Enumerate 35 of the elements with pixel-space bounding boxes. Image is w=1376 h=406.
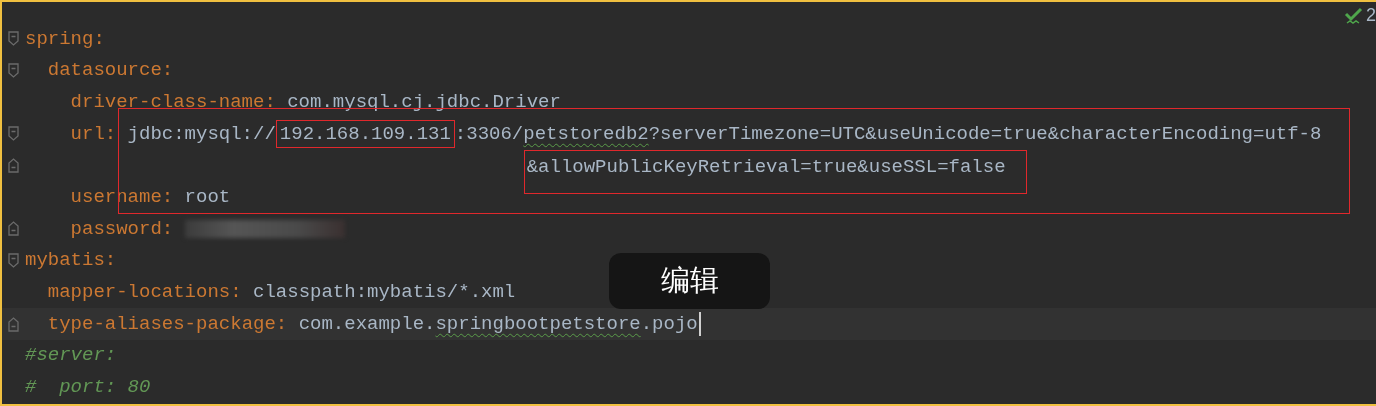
yaml-key: type-aliases-package: (47, 309, 288, 339)
code-value: 192.168.109.131 (279, 121, 451, 147)
code-value: com.mysql.cj.jdbc.Driver (287, 89, 561, 115)
code-editor[interactable] (0, 0, 1376, 406)
code-value: classpath:mybatis/*.xml (253, 280, 516, 306)
yaml-key: spring: (25, 24, 105, 54)
code-value: jdbc:mysql:// (127, 121, 276, 147)
edit-tooltip: 编辑 (609, 253, 770, 309)
yaml-key: password: (70, 214, 174, 244)
fold-end-icon[interactable] (8, 158, 19, 174)
fold-icon[interactable] (8, 63, 19, 79)
fold-icon[interactable] (8, 31, 19, 47)
code-value: :3306/ (454, 121, 524, 147)
code-value: ?serverTimezone=UTC&useUnicode=true&characterEncoding=utf-8 (648, 121, 1322, 147)
code-value: root (184, 185, 231, 211)
fold-end-icon[interactable] (8, 316, 19, 332)
yaml-key: driver-class-name: (70, 87, 276, 117)
fold-end-icon[interactable] (8, 221, 19, 237)
code-comment: #server: (25, 343, 117, 369)
yaml-key: mapper-locations: (47, 278, 242, 307)
code-value: .pojo (640, 311, 698, 337)
inspection-widget[interactable]: 2 (1344, 2, 1376, 29)
problem-count: 2 (1366, 4, 1376, 27)
misspelled-code-text: springbootpetstore (435, 311, 641, 337)
misspelled-code-text: petstoredb2 (523, 121, 649, 147)
check-icon (1344, 6, 1364, 25)
yaml-key: mybatis: (25, 246, 117, 275)
text-caret (698, 312, 701, 337)
fold-icon[interactable] (8, 253, 19, 269)
code-value: com.example. (298, 311, 436, 337)
yaml-key: url: (70, 119, 117, 149)
yaml-key: datasource: (47, 56, 174, 85)
fold-icon[interactable] (8, 126, 19, 142)
code-comment: # port: 80 (25, 375, 151, 401)
code-value: &allowPublicKeyRetrieval=true&useSSL=false (526, 154, 1006, 180)
